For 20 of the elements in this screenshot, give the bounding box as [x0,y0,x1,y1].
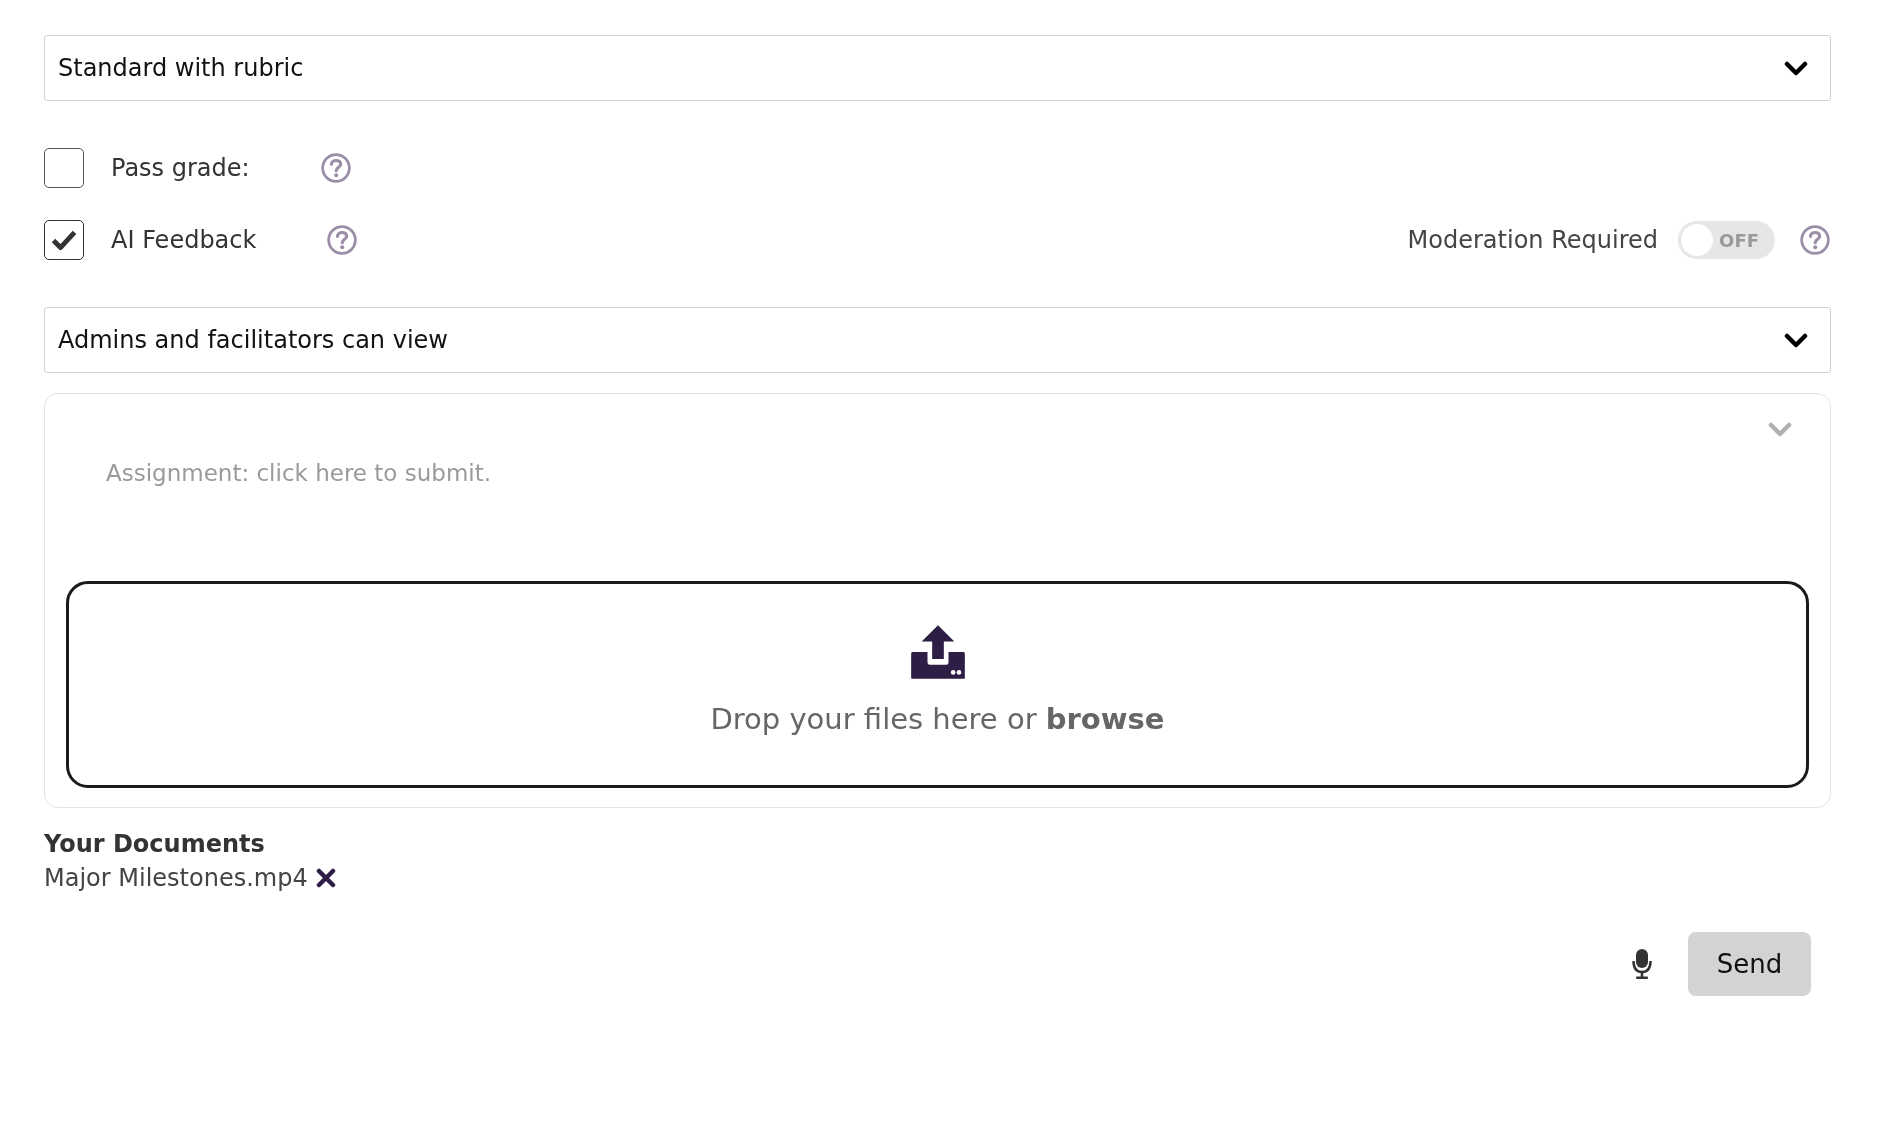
select-value: Admins and facilitators can view [58,326,448,354]
checkbox-label: AI Feedback [111,226,257,254]
checkbox-label: Pass grade: [111,154,250,182]
select-dropdown[interactable]: Standard with rubric [44,35,1831,101]
help-icon[interactable] [319,152,352,184]
file-name: Major Milestones.mp4 [44,864,308,892]
upload-icon [909,624,966,680]
toggle-label: Moderation Required [1407,226,1658,254]
close-icon[interactable] [315,868,336,888]
section-heading: Your Documents [44,830,265,858]
file-dropzone[interactable]: Drop your files here or browse [66,581,1809,788]
help-icon[interactable] [326,224,359,256]
select-value: Standard with rubric [58,54,304,82]
help-icon[interactable] [1799,224,1831,256]
select-dropdown[interactable]: Admins and facilitators can view [44,307,1831,373]
checkbox[interactable] [44,220,84,260]
dropzone-text: Drop your files here or browse [710,702,1165,736]
microphone-icon[interactable] [1632,948,1652,980]
send-button[interactable]: Send [1688,932,1811,996]
checkbox[interactable] [44,148,84,188]
